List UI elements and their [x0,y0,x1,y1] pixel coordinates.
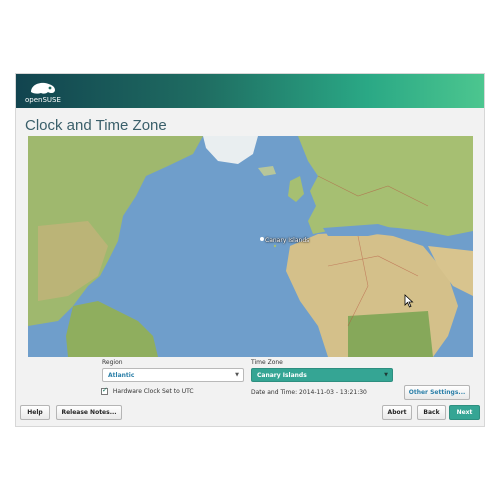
world-map-graphic[interactable] [28,136,473,357]
logo-wordmark: openSUSE [25,96,61,104]
chevron-down-icon: ▼ [235,372,239,378]
installer-window: openSUSE Clock and Time Zone Canary Isla… [15,73,485,427]
header-banner: openSUSE [16,74,484,108]
region-select-value: Atlantic [108,372,135,379]
hardware-clock-label: Hardware Clock Set to UTC [112,388,194,395]
next-button[interactable]: Next [449,405,480,420]
help-button[interactable]: Help [20,405,50,420]
page-title: Clock and Time Zone [25,117,167,134]
hardware-clock-checkbox[interactable] [101,386,108,395]
timezone-select[interactable]: Canary Islands ▼ [251,368,393,382]
region-label: Region [102,359,123,366]
region-select[interactable]: Atlantic ▼ [102,368,244,382]
other-settings-button[interactable]: Other Settings... [404,385,470,400]
timezone-select-value: Canary Islands [257,372,307,379]
selected-timezone-map-label: Canary Islands [265,237,310,244]
world-map[interactable]: Canary Islands [28,136,473,357]
selected-timezone-marker [260,237,264,241]
release-notes-button[interactable]: Release Notes... [56,405,122,420]
timezone-label: Time Zone [251,359,283,366]
date-time-display: Date and Time: 2014-11-03 - 13:21:30 [251,389,367,396]
abort-button[interactable]: Abort [382,405,412,420]
chevron-down-icon: ▼ [384,372,388,378]
mouse-cursor-icon [404,294,414,308]
hardware-clock-checkbox-row[interactable]: Hardware Clock Set to UTC [101,386,194,395]
back-button[interactable]: Back [417,405,446,420]
opensuse-logo: openSUSE [24,80,64,104]
chameleon-logo-icon [31,82,55,94]
